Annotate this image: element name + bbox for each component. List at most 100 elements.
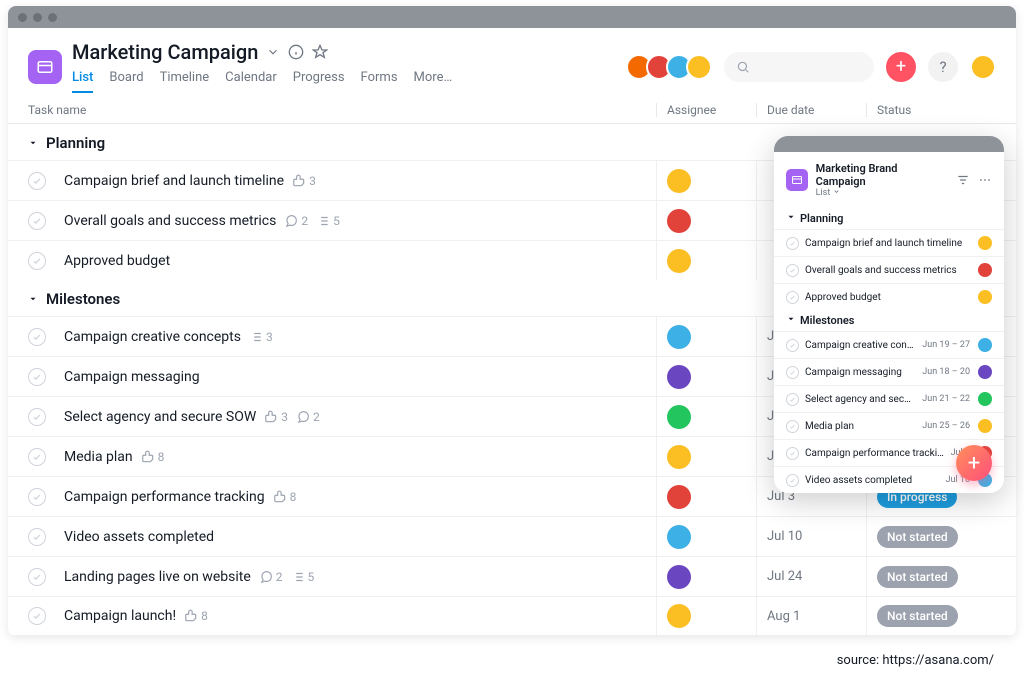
- assignee-avatar[interactable]: [667, 565, 691, 589]
- info-icon[interactable]: [288, 44, 304, 60]
- comments-count[interactable]: 2: [284, 214, 308, 228]
- comments-count[interactable]: 2: [296, 410, 320, 424]
- complete-checkbox[interactable]: [28, 528, 46, 546]
- mobile-task-row[interactable]: Media plan Jun 25 – 26: [774, 412, 1004, 439]
- task-name: Media plan: [64, 449, 133, 465]
- due-date[interactable]: Jul 24: [756, 557, 866, 596]
- caret-down-icon: [28, 134, 38, 152]
- member-avatars[interactable]: [632, 54, 712, 80]
- likes-count[interactable]: 3: [292, 174, 316, 188]
- likes-count[interactable]: 8: [141, 450, 165, 464]
- task-name: Campaign launch!: [64, 608, 176, 624]
- due-date: Jun 19 – 27: [922, 340, 970, 350]
- complete-checkbox[interactable]: [786, 237, 799, 250]
- task-name: Campaign creative concepts: [64, 329, 241, 345]
- complete-checkbox[interactable]: [786, 393, 799, 406]
- star-icon[interactable]: [312, 44, 328, 60]
- mobile-section-header[interactable]: Milestones: [774, 310, 1004, 331]
- search-icon: [736, 60, 750, 74]
- assignee-avatar[interactable]: [667, 525, 691, 549]
- assignee-avatar: [978, 338, 992, 352]
- subtasks-count[interactable]: 5: [316, 214, 340, 228]
- complete-checkbox[interactable]: [28, 448, 46, 466]
- tab-timeline[interactable]: Timeline: [160, 70, 210, 93]
- complete-checkbox[interactable]: [28, 252, 46, 270]
- window-dot: [18, 13, 27, 22]
- complete-checkbox[interactable]: [786, 474, 799, 487]
- task-row[interactable]: Landing pages live on website 25 Jul 24 …: [8, 556, 1016, 596]
- mobile-task-row[interactable]: Campaign creative concepts Jun 19 – 27: [774, 331, 1004, 358]
- complete-checkbox[interactable]: [786, 264, 799, 277]
- complete-checkbox[interactable]: [786, 339, 799, 352]
- task-name: Video assets completed: [64, 529, 214, 545]
- due-date[interactable]: Aug 1: [756, 597, 866, 635]
- tab-calendar[interactable]: Calendar: [225, 70, 277, 93]
- subtasks-count[interactable]: 5: [291, 570, 315, 584]
- tab-list[interactable]: List: [72, 70, 93, 93]
- mobile-title: Marketing Brand Campaign: [816, 162, 948, 188]
- likes-count[interactable]: 3: [264, 410, 288, 424]
- assignee-avatar[interactable]: [667, 169, 691, 193]
- complete-checkbox[interactable]: [28, 368, 46, 386]
- status-pill[interactable]: Not started: [877, 526, 958, 548]
- likes-count[interactable]: 8: [184, 609, 208, 623]
- tab-more[interactable]: More…: [414, 70, 453, 93]
- mobile-add-button[interactable]: +: [956, 445, 992, 481]
- complete-checkbox[interactable]: [28, 408, 46, 426]
- add-button[interactable]: +: [886, 52, 916, 82]
- task-name: Campaign brief and launch timeline: [805, 238, 964, 249]
- complete-checkbox[interactable]: [786, 420, 799, 433]
- filter-icon[interactable]: [956, 173, 970, 187]
- complete-checkbox[interactable]: [786, 447, 799, 460]
- complete-checkbox[interactable]: [28, 607, 46, 625]
- search-input[interactable]: [724, 52, 874, 82]
- complete-checkbox[interactable]: [28, 328, 46, 346]
- assignee-avatar[interactable]: [667, 405, 691, 429]
- tab-forms[interactable]: Forms: [361, 70, 398, 93]
- assignee-avatar[interactable]: [667, 365, 691, 389]
- status-pill[interactable]: Not started: [877, 605, 958, 627]
- assignee-avatar[interactable]: [667, 249, 691, 273]
- complete-checkbox[interactable]: [28, 212, 46, 230]
- header: Marketing Campaign ListBoardTimelineCale…: [8, 28, 1016, 93]
- chevron-down-icon[interactable]: [833, 188, 840, 195]
- mobile-task-row[interactable]: Campaign messaging Jun 18 – 20: [774, 358, 1004, 385]
- mobile-task-row[interactable]: Approved budget: [774, 283, 1004, 310]
- complete-checkbox[interactable]: [786, 291, 799, 304]
- mobile-task-row[interactable]: Select agency and secure SOW Jun 21 – 22: [774, 385, 1004, 412]
- mobile-task-row[interactable]: Campaign brief and launch timeline: [774, 229, 1004, 256]
- mobile-section-header[interactable]: Planning: [774, 208, 1004, 229]
- avatar[interactable]: [686, 54, 712, 80]
- tab-board[interactable]: Board: [109, 70, 143, 93]
- status-pill[interactable]: Not started: [877, 566, 958, 588]
- profile-avatar[interactable]: [970, 54, 996, 80]
- comments-count[interactable]: 2: [259, 570, 283, 584]
- assignee-avatar: [978, 290, 992, 304]
- assignee-avatar[interactable]: [667, 209, 691, 233]
- more-icon[interactable]: [978, 173, 992, 187]
- help-button[interactable]: ?: [928, 52, 958, 82]
- mobile-project-icon: [786, 169, 808, 191]
- chevron-down-icon[interactable]: [266, 45, 280, 59]
- likes-count[interactable]: 8: [273, 490, 297, 504]
- assignee-avatar[interactable]: [667, 604, 691, 628]
- tab-progress[interactable]: Progress: [293, 70, 345, 93]
- window-chrome: [8, 6, 1016, 28]
- task-name: Campaign creative concepts: [805, 340, 916, 351]
- complete-checkbox[interactable]: [28, 488, 46, 506]
- window-dot: [33, 13, 42, 22]
- task-name: Video assets completed: [805, 475, 940, 486]
- assignee-avatar[interactable]: [667, 445, 691, 469]
- complete-checkbox[interactable]: [28, 568, 46, 586]
- task-row[interactable]: Video assets completed Jul 10 Not starte…: [8, 516, 1016, 556]
- subtasks-count[interactable]: 3: [249, 330, 273, 344]
- assignee-avatar[interactable]: [667, 485, 691, 509]
- assignee-avatar[interactable]: [667, 325, 691, 349]
- task-row[interactable]: Campaign launch! 8 Aug 1 Not started: [8, 596, 1016, 636]
- complete-checkbox[interactable]: [28, 172, 46, 190]
- mobile-task-row[interactable]: Overall goals and success metrics: [774, 256, 1004, 283]
- complete-checkbox[interactable]: [786, 366, 799, 379]
- task-name: Overall goals and success metrics: [805, 265, 964, 276]
- due-date: Jun 21 – 22: [922, 394, 970, 404]
- due-date[interactable]: Jul 10: [756, 517, 866, 556]
